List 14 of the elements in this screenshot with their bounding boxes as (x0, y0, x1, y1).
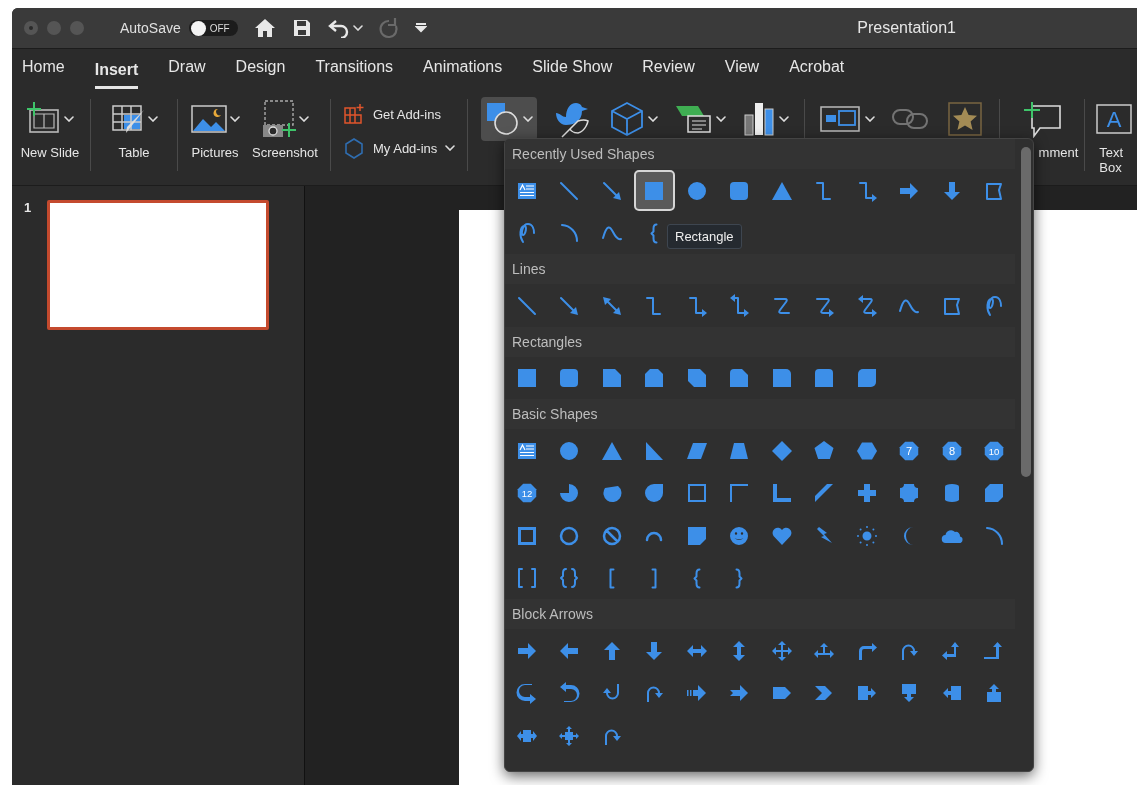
slide-number: 1 (24, 200, 32, 217)
section-heading: Recently Used Shapes (512, 146, 655, 162)
shape-number: 7 (905, 444, 913, 456)
autosave-label: AutoSave (120, 20, 181, 36)
section-heading: Rectangles (512, 333, 583, 350)
window-title: Presentation1 (857, 19, 956, 37)
section-heading: Lines (512, 261, 546, 277)
shape-number: 8 (948, 444, 955, 456)
section-heading: Block Arrows (512, 606, 593, 622)
icon-letter: A (1106, 107, 1122, 132)
section-heading: Basic Shapes (512, 406, 598, 422)
tooltip: Rectangle (667, 224, 742, 249)
shape-number: 10 (988, 445, 1000, 456)
shape-number: 12 (521, 487, 532, 499)
